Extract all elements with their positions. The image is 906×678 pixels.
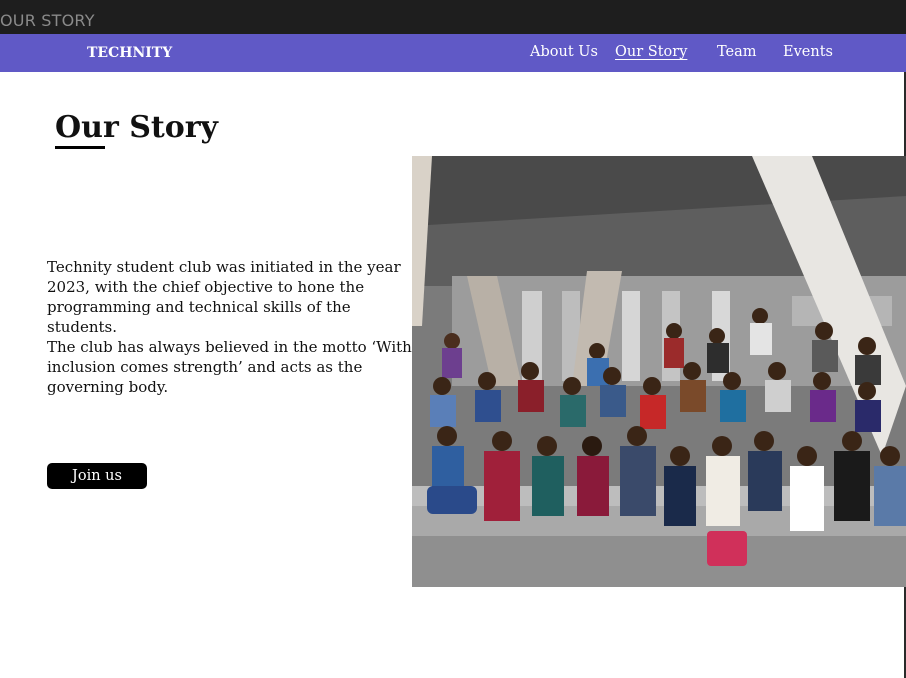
join-us-button[interactable]: Join us	[47, 463, 147, 489]
window-title: OUR STORY	[0, 11, 95, 30]
nav-link-events[interactable]: Events	[783, 44, 833, 60]
brand-logo-text[interactable]: TECHNITY	[87, 45, 172, 61]
top-navbar: TECHNITY About Us Our Story Team Events	[0, 34, 906, 72]
nav-link-team[interactable]: Team	[717, 44, 757, 60]
story-paragraph-1: Technity student club was initiated in t…	[47, 258, 401, 336]
page-title: Our Story	[55, 110, 218, 145]
nav-link-our-story[interactable]: Our Story	[615, 44, 687, 60]
nav-link-about-us[interactable]: About Us	[530, 44, 598, 60]
club-group-photo	[412, 156, 906, 587]
title-underline-accent	[55, 146, 105, 149]
window-title-bar: OUR STORY	[0, 0, 906, 34]
story-paragraph-2: The club has always believed in the mott…	[47, 338, 412, 396]
